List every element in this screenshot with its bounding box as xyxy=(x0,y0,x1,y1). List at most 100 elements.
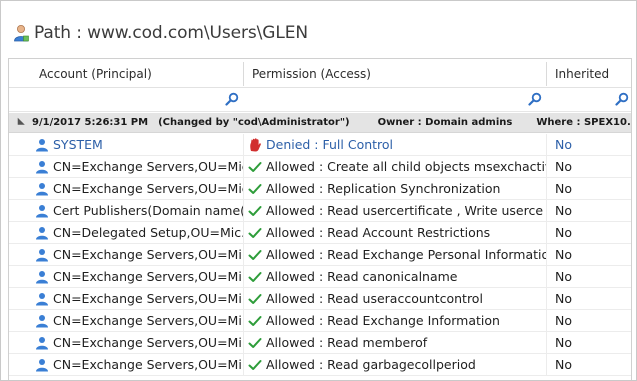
table-row[interactable]: CN=Exchange Servers,OU=Mi Allowed : Read … xyxy=(9,354,631,376)
group-header[interactable]: 9/1/2017 5:26:31 PM (Changed by "cod\Adm… xyxy=(9,113,631,133)
table-row[interactable]: CN=Exchange Servers,OU=Mi Allowed : Read … xyxy=(9,332,631,354)
check-icon xyxy=(248,161,262,172)
check-icon xyxy=(248,249,262,260)
account-cell[interactable]: CN=Delegated Setup,OU=Mic... xyxy=(9,222,243,244)
account-name: CN=Exchange Servers,OU=Mi xyxy=(53,291,242,306)
account-cell[interactable]: CN=Exchange Servers,OU=Mi xyxy=(9,266,243,288)
check-icon xyxy=(248,293,262,304)
permission-text: Allowed : Read useraccountcontrol xyxy=(266,291,483,306)
account-cell[interactable]: SYSTEM xyxy=(9,134,243,156)
check-icon xyxy=(248,205,262,216)
permission-cell[interactable]: Allowed : Read memberof xyxy=(244,332,546,354)
user-icon xyxy=(36,336,48,349)
account-cell[interactable]: CN=Exchange Servers,OU=Mi xyxy=(9,354,243,376)
permission-text: Allowed : Read Exchange Personal Informa… xyxy=(266,247,546,262)
permission-cell[interactable]: Allowed : Read Exchange Information xyxy=(244,310,546,332)
inherited-cell[interactable]: No xyxy=(547,244,631,266)
inherited-value: No xyxy=(555,137,572,152)
collapse-icon[interactable] xyxy=(14,117,25,128)
permission-cell[interactable]: Allowed : Read useraccountcontrol xyxy=(244,288,546,310)
user-icon xyxy=(36,182,48,195)
table-body: SYSTEM Denied : Full Control No CN=Exchange… xyxy=(9,134,631,376)
permission-text: Allowed : Read memberof xyxy=(266,335,428,350)
inherited-cell[interactable]: No xyxy=(547,178,631,200)
permission-filter[interactable] xyxy=(244,90,546,110)
column-header-permission[interactable]: Permission (Access) xyxy=(244,59,546,88)
inherited-cell[interactable]: No xyxy=(547,156,631,178)
permission-text: Allowed : Create all child objects msexc… xyxy=(266,159,546,174)
permission-cell[interactable]: Allowed : Read Account Restrictions xyxy=(244,222,546,244)
account-name: CN=Exchange Servers,OU=Mic xyxy=(53,159,243,174)
account-name: SYSTEM xyxy=(53,137,103,152)
account-filter[interactable] xyxy=(9,90,243,110)
table-row[interactable]: CN=Delegated Setup,OU=Mic... Allowed : Re… xyxy=(9,222,631,244)
search-icon[interactable] xyxy=(615,92,629,106)
account-name: CN=Exchange Servers,OU=Mi xyxy=(53,247,242,262)
inherited-cell[interactable]: No xyxy=(547,354,631,376)
inherited-cell[interactable]: No xyxy=(547,266,631,288)
table-row[interactable]: CN=Exchange Servers,OU=Mi Allowed : Read … xyxy=(9,244,631,266)
permission-cell[interactable]: Allowed : Read Exchange Personal Informa… xyxy=(244,244,546,266)
account-cell[interactable]: CN=Exchange Servers,OU=Mic xyxy=(9,178,243,200)
inherited-cell[interactable]: No xyxy=(547,288,631,310)
account-cell[interactable]: CN=Exchange Servers,OU=Mi xyxy=(9,244,243,266)
user-icon xyxy=(36,204,48,217)
permission-text: Denied : Full Control xyxy=(266,137,394,152)
permission-cell[interactable]: Allowed : Read garbagecollperiod xyxy=(244,354,546,376)
account-name: CN=Exchange Servers,OU=Mi xyxy=(53,357,242,372)
table-header: Account (Principal) Permission (Access) … xyxy=(9,59,631,88)
account-name: CN=Exchange Servers,OU=Mic xyxy=(53,181,243,196)
user-icon xyxy=(36,248,48,261)
column-header-inherited[interactable]: Inherited xyxy=(547,59,631,88)
check-icon xyxy=(248,359,262,370)
permission-cell[interactable]: Denied : Full Control xyxy=(244,134,546,156)
inherited-cell[interactable]: No xyxy=(547,200,631,222)
permission-cell[interactable]: Allowed : Read canonicalname xyxy=(244,266,546,288)
user-icon xyxy=(36,270,48,283)
path-label: Path : www.cod.com\Users\GLEN xyxy=(34,23,308,43)
check-icon xyxy=(248,183,262,194)
inherited-value: No xyxy=(555,247,572,262)
table-row[interactable]: SYSTEM Denied : Full Control No xyxy=(9,134,631,156)
permission-cell[interactable]: Allowed : Replication Synchronization xyxy=(244,178,546,200)
inherited-value: No xyxy=(555,225,572,240)
inherited-value: No xyxy=(555,181,572,196)
account-cell[interactable]: CN=Exchange Servers,OU=Mi xyxy=(9,288,243,310)
permission-text: Allowed : Read usercertificate , Write u… xyxy=(266,203,544,218)
column-header-account[interactable]: Account (Principal) xyxy=(31,59,243,88)
path-bar: Path : www.cod.com\Users\GLEN xyxy=(13,20,308,46)
table-row[interactable]: CN=Exchange Servers,OU=Mic Allowed : Repl… xyxy=(9,178,631,200)
inherited-filter[interactable] xyxy=(547,90,631,110)
search-icon[interactable] xyxy=(225,92,239,106)
user-icon xyxy=(36,138,48,151)
table-row[interactable]: CN=Exchange Servers,OU=Mi Allowed : Read … xyxy=(9,266,631,288)
table-row[interactable]: Cert Publishers(Domain name( Allowed : Re… xyxy=(9,200,631,222)
account-cell[interactable]: CN=Exchange Servers,OU=Mi xyxy=(9,332,243,354)
inherited-cell[interactable]: No xyxy=(547,222,631,244)
permission-text: Allowed : Read canonicalname xyxy=(266,269,458,284)
user-icon xyxy=(36,314,48,327)
permission-cell[interactable]: Allowed : Read usercertificate , Write u… xyxy=(244,200,546,222)
permissions-panel: Path : www.cod.com\Users\GLEN Account (P… xyxy=(0,0,637,381)
inherited-cell[interactable]: No xyxy=(547,134,631,156)
inherited-value: No xyxy=(555,313,572,328)
permission-cell[interactable]: Allowed : Create all child objects msexc… xyxy=(244,156,546,178)
account-cell[interactable]: CN=Exchange Servers,OU=Mic xyxy=(9,156,243,178)
user-icon xyxy=(14,25,29,42)
permission-text: Allowed : Replication Synchronization xyxy=(266,181,501,196)
user-icon xyxy=(36,358,48,371)
search-icon[interactable] xyxy=(528,92,542,106)
account-name: CN=Exchange Servers,OU=Mi xyxy=(53,269,242,284)
check-icon xyxy=(248,337,262,348)
table-row[interactable]: CN=Exchange Servers,OU=Mi Allowed : Read … xyxy=(9,288,631,310)
inherited-value: No xyxy=(555,269,572,284)
inherited-value: No xyxy=(555,357,572,372)
account-cell[interactable]: Cert Publishers(Domain name( xyxy=(9,200,243,222)
table-row[interactable]: CN=Exchange Servers,OU=Mic Allowed : Crea… xyxy=(9,156,631,178)
account-cell[interactable]: CN=Exchange Servers,OU=Mi xyxy=(9,310,243,332)
user-icon xyxy=(36,292,48,305)
group-owner: Owner : Domain admins xyxy=(377,117,513,128)
table-row[interactable]: CN=Exchange Servers,OU=Mi Allowed : Read … xyxy=(9,310,631,332)
inherited-cell[interactable]: No xyxy=(547,332,631,354)
inherited-cell[interactable]: No xyxy=(547,310,631,332)
